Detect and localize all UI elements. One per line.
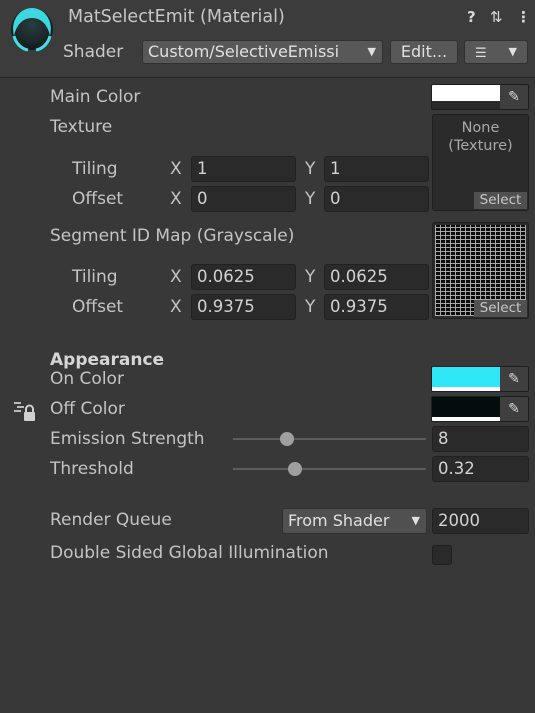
texture-offset-y-field[interactable]: 0 <box>324 186 429 212</box>
segment-tiling-x-label: X <box>170 267 182 287</box>
texture-tiling-x-label: X <box>170 159 182 179</box>
edit-shader-button[interactable]: Edit... <box>390 40 458 64</box>
main-color-label: Main Color <box>50 87 141 107</box>
shader-dropdown[interactable]: Custom/SelectiveEmissi ▼ <box>142 40 383 64</box>
shader-options-button[interactable]: ☰ ▼ <box>464 40 528 64</box>
off-color-swatch <box>432 397 500 419</box>
segment-map-label: Segment ID Map (Grayscale) <box>50 226 295 246</box>
off-color-field[interactable]: ✎ <box>431 396 529 422</box>
off-color-label: Off Color <box>50 399 125 419</box>
segment-tiling-x-field[interactable]: 0.0625 <box>191 264 296 290</box>
texture-tiling-y-label: Y <box>305 159 316 179</box>
main-color-field[interactable]: ✎ <box>431 84 529 110</box>
dsgi-checkbox[interactable] <box>432 545 452 565</box>
on-color-swatch <box>432 367 500 389</box>
texture-slot-text: None (Texture) <box>433 119 528 155</box>
threshold-label: Threshold <box>50 459 134 479</box>
material-title: MatSelectEmit (Material) <box>68 7 285 27</box>
texture-offset-y-label: Y <box>305 189 316 209</box>
locked-property-icon[interactable] <box>13 400 37 422</box>
on-color-alpha-bar <box>432 387 500 391</box>
texture-tiling-x-field[interactable]: 1 <box>191 156 296 182</box>
eyedropper-icon[interactable]: ✎ <box>500 367 528 391</box>
texture-type-label: (Texture) <box>448 138 513 154</box>
threshold-slider-thumb[interactable] <box>287 462 302 476</box>
render-queue-field[interactable]: 2000 <box>432 508 529 534</box>
segment-map-select-button[interactable]: Select <box>474 300 527 317</box>
texture-offset-label: Offset <box>72 189 124 209</box>
help-icon[interactable]: ? <box>467 8 476 26</box>
segment-map-slot[interactable]: Select <box>432 222 529 319</box>
segment-tiling-y-field[interactable]: 0.0625 <box>324 264 429 290</box>
inspector-header: MatSelectEmit (Material) ? ⇅ ⋮ Shader Cu… <box>0 0 535 78</box>
segment-tiling-y-label: Y <box>305 267 316 287</box>
texture-tiling-y-field[interactable]: 1 <box>324 156 429 182</box>
texture-slot[interactable]: None (Texture) Select <box>432 114 529 211</box>
threshold-slider-track[interactable] <box>233 468 426 470</box>
segment-offset-y-label: Y <box>305 297 316 317</box>
shader-label: Shader <box>63 42 124 62</box>
emission-strength-label: Emission Strength <box>50 429 205 449</box>
eyedropper-icon[interactable]: ✎ <box>500 397 528 421</box>
chevron-down-icon: ▼ <box>367 45 376 58</box>
texture-tiling-label: Tiling <box>72 159 118 179</box>
segment-offset-x-field[interactable]: 0.9375 <box>191 294 296 320</box>
emission-strength-slider-thumb[interactable] <box>280 432 295 446</box>
shader-value: Custom/SelectiveEmissi <box>148 42 340 61</box>
texture-select-button[interactable]: Select <box>474 192 527 209</box>
texture-none-label: None <box>461 120 500 136</box>
segment-tiling-label: Tiling <box>72 267 118 287</box>
texture-offset-x-label: X <box>170 189 182 209</box>
main-color-alpha-bar <box>432 101 500 109</box>
segment-offset-x-label: X <box>170 297 182 317</box>
chevron-down-icon: ▼ <box>411 514 420 527</box>
texture-label: Texture <box>50 117 113 137</box>
on-color-label: On Color <box>50 369 124 389</box>
off-color-alpha-bar <box>432 417 500 421</box>
dsgi-label: Double Sided Global Illumination <box>50 543 329 563</box>
material-icon <box>8 6 56 52</box>
segment-offset-label: Offset <box>72 297 124 317</box>
segment-offset-y-field[interactable]: 0.9375 <box>324 294 429 320</box>
kebab-menu-icon[interactable]: ⋮ <box>516 8 531 26</box>
eyedropper-icon[interactable]: ✎ <box>500 85 528 109</box>
on-color-field[interactable]: ✎ <box>431 366 529 392</box>
render-queue-dropdown[interactable]: From Shader ▼ <box>282 508 427 534</box>
list-icon: ☰ <box>475 46 487 61</box>
emission-strength-slider-track[interactable] <box>233 438 426 440</box>
emission-strength-field[interactable]: 8 <box>432 426 529 452</box>
appearance-header: Appearance <box>50 350 165 370</box>
chevron-down-icon: ▼ <box>508 45 517 58</box>
presets-icon[interactable]: ⇅ <box>490 8 503 26</box>
threshold-field[interactable]: 0.32 <box>432 456 529 482</box>
render-queue-dropdown-value: From Shader <box>288 511 390 530</box>
texture-offset-x-field[interactable]: 0 <box>191 186 296 212</box>
render-queue-label: Render Queue <box>50 510 172 530</box>
